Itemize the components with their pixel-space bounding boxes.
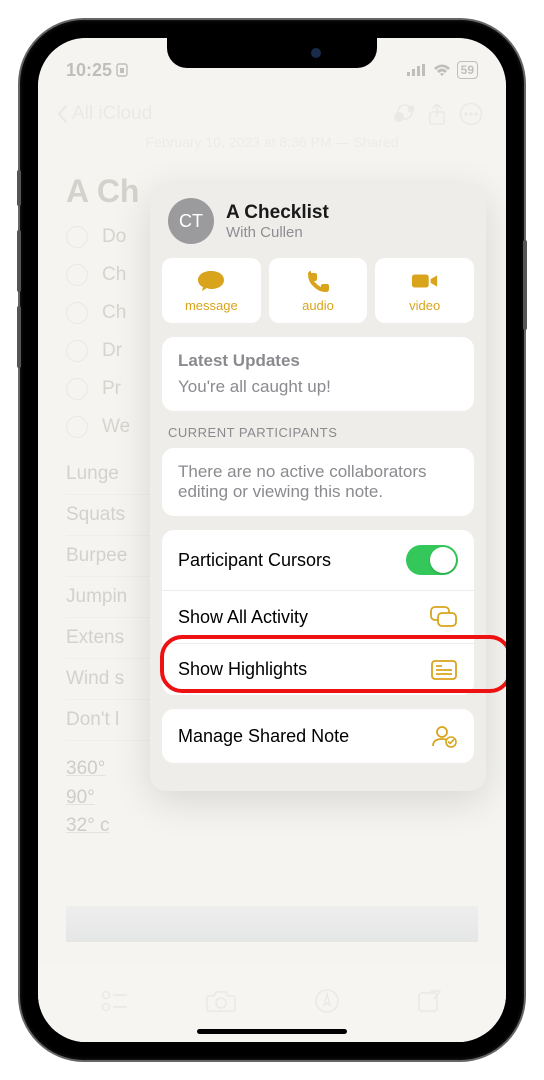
action-label: video [409,298,440,313]
manage-shared-note-row[interactable]: Manage Shared Note [162,709,474,763]
participants-text: There are no active collaborators editin… [178,462,458,502]
show-highlights-row[interactable]: Show Highlights [162,643,474,695]
updates-text: You're all caught up! [178,377,458,397]
popover-subtitle: With Cullen [226,224,329,241]
video-icon [411,270,439,292]
manage-icon [430,724,458,748]
row-label: Show All Activity [178,607,308,628]
message-icon [197,270,225,292]
popover-title: A Checklist [226,202,329,224]
action-label: audio [302,298,334,313]
row-label: Manage Shared Note [178,726,349,747]
updates-title: Latest Updates [178,351,458,371]
participants-label: CURRENT PARTICIPANTS [168,425,468,440]
row-label: Participant Cursors [178,550,331,571]
toggle-switch[interactable] [406,545,458,575]
action-label: message [185,298,238,313]
collaboration-popover: CT A Checklist With Cullen message [150,184,486,791]
participants-card: There are no active collaborators editin… [162,448,474,516]
phone-icon [304,270,332,292]
notch [167,38,377,68]
video-button[interactable]: video [375,258,474,323]
activity-icon [430,606,458,628]
home-indicator[interactable] [197,1029,347,1034]
message-button[interactable]: message [162,258,261,323]
show-all-activity-row[interactable]: Show All Activity [162,590,474,643]
updates-card: Latest Updates You're all caught up! [162,337,474,411]
avatar: CT [168,198,214,244]
participant-cursors-row[interactable]: Participant Cursors [162,530,474,590]
audio-button[interactable]: audio [269,258,368,323]
highlights-icon [430,660,458,680]
row-label: Show Highlights [178,659,307,680]
